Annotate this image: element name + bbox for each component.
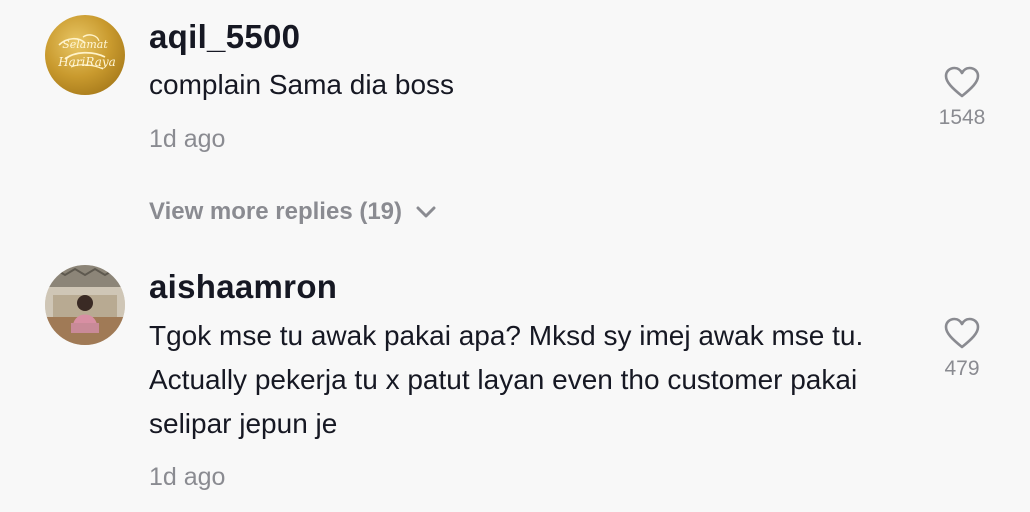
avatar[interactable] — [45, 265, 125, 345]
comment-timestamp: 1d ago — [149, 125, 226, 153]
heart-outline-icon — [944, 317, 980, 349]
view-more-replies-label: View more replies (19) — [149, 198, 403, 225]
like-count: 479 — [944, 357, 980, 380]
comment-timestamp: 1d ago — [149, 463, 226, 491]
comment-section: Selamat HariRaya aqil_5500 complain Sama… — [0, 0, 1030, 512]
svg-text:Selamat: Selamat — [62, 38, 108, 51]
comment-text: complain Sama dia boss — [149, 69, 455, 100]
like-count: 1548 — [938, 106, 986, 129]
username[interactable]: aishaamron — [149, 268, 337, 306]
chevron-down-icon — [416, 206, 436, 218]
heart-outline-icon — [944, 66, 980, 98]
avatar[interactable]: Selamat HariRaya — [45, 15, 125, 95]
user-photo-avatar — [45, 265, 125, 345]
comment-text: Tgok mse tu awak pakai apa? Mksd sy imej… — [149, 320, 864, 439]
svg-text:HariRaya: HariRaya — [57, 55, 116, 69]
selamat-hari-raya-avatar: Selamat HariRaya — [45, 15, 125, 95]
like-button[interactable]: 1548 — [922, 66, 1002, 130]
view-more-replies-button[interactable]: View more replies (19) — [149, 198, 436, 226]
like-button[interactable]: 479 — [922, 317, 1002, 381]
username[interactable]: aqil_5500 — [149, 18, 300, 56]
